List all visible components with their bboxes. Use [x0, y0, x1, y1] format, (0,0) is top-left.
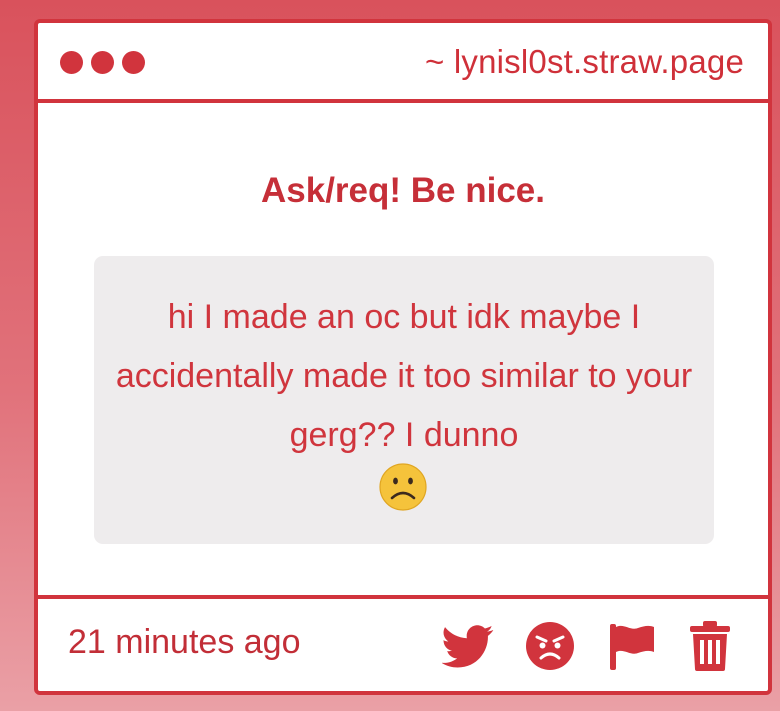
window-controls	[60, 51, 145, 74]
ask-window: ~ lynisl0st.straw.page Ask/req! Be nice.…	[34, 19, 772, 695]
angry-face-icon	[526, 622, 574, 670]
twitter-share-button[interactable]	[442, 620, 494, 672]
trash-icon	[690, 621, 730, 671]
question-content: Ask/req! Be nice. hi I made an oc but id…	[38, 103, 768, 599]
flag-icon	[610, 624, 654, 670]
page-title: Ask/req! Be nice.	[261, 171, 545, 210]
twitter-bird-icon	[442, 625, 494, 668]
question-footer: 21 minutes ago	[38, 595, 768, 691]
message-box: hi I made an oc but idk maybe I accident…	[94, 256, 714, 544]
title-bar: ~ lynisl0st.straw.page	[38, 23, 768, 103]
page-url[interactable]: ~ lynisl0st.straw.page	[425, 43, 744, 81]
window-dot-1	[60, 51, 83, 74]
action-bar	[442, 620, 732, 672]
window-dot-3	[122, 51, 145, 74]
window-dot-2	[91, 51, 114, 74]
frowning-face-icon	[379, 463, 427, 511]
delete-button[interactable]	[688, 620, 732, 672]
timestamp: 21 minutes ago	[68, 623, 301, 661]
angry-reaction-button[interactable]	[524, 620, 576, 672]
report-flag-button[interactable]	[606, 620, 658, 672]
message-text: hi I made an oc but idk maybe I accident…	[115, 298, 693, 454]
